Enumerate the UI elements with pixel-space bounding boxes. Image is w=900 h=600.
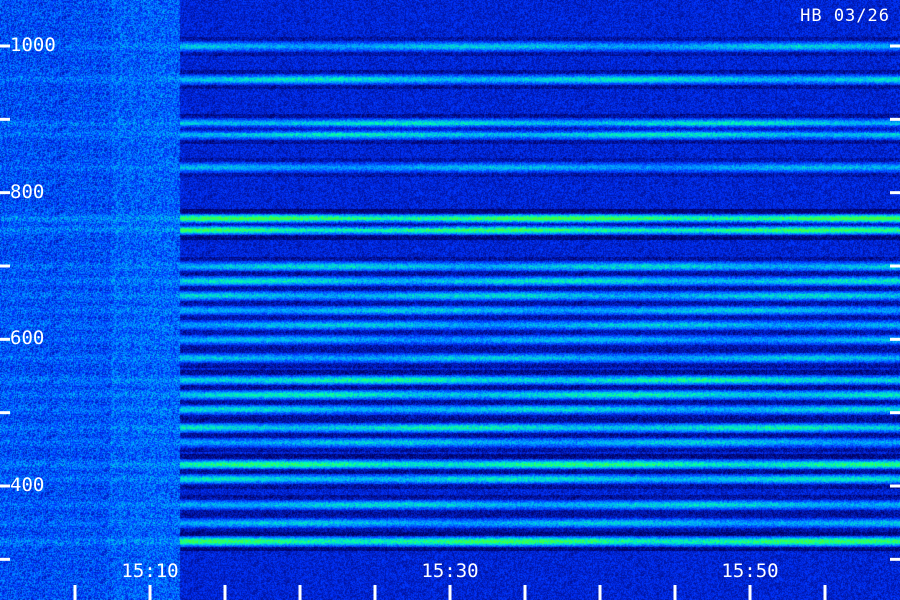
x-tick-label: 15:10	[121, 560, 179, 582]
x-tick-label: 15:50	[721, 560, 779, 582]
axis-ticks	[0, 44, 900, 600]
y-tick-label: 1000	[10, 34, 56, 56]
station-label: HB 03/26	[800, 6, 890, 26]
y-tick-label: 800	[10, 180, 45, 203]
y-tick-label: 600	[10, 327, 45, 350]
spectrogram-view: HB 03/26 1000 800 600 400 15:10 15:30 15…	[0, 0, 900, 600]
x-tick-label: 15:30	[421, 560, 479, 582]
y-tick-label: 400	[10, 474, 45, 496]
